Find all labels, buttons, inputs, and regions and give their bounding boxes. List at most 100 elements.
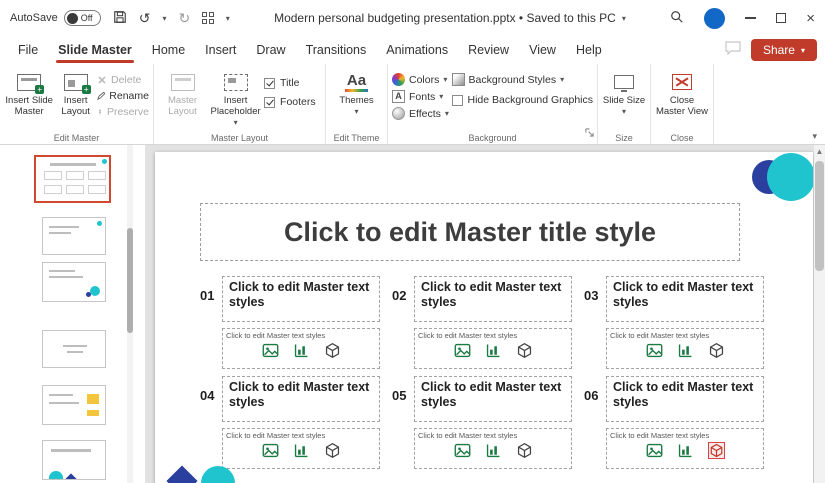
slide-thumbnail-layout-1[interactable]	[42, 217, 106, 255]
autosave-toggle[interactable]: AutoSave Off	[10, 10, 101, 26]
master-text-placeholder[interactable]: Click to edit Master text styles	[606, 376, 764, 422]
master-text-placeholder[interactable]: Click to edit Master text styles	[222, 376, 380, 422]
insert-picture-icon[interactable]	[646, 442, 663, 459]
delete-button[interactable]: Delete	[97, 74, 149, 86]
insert-3d-model-icon[interactable]	[516, 442, 533, 459]
background-styles-button[interactable]: Background Styles ▾	[452, 73, 593, 86]
insert-chart-icon[interactable]	[293, 342, 310, 359]
group-label-background: Background	[388, 133, 597, 143]
autosave-switch[interactable]: Off	[64, 10, 101, 26]
ribbon-tab-row: File Slide Master Home Insert Draw Trans…	[0, 36, 825, 64]
insert-chart-icon[interactable]	[485, 442, 502, 459]
rename-button[interactable]: Rename	[97, 90, 149, 102]
search-icon[interactable]	[670, 10, 684, 26]
fonts-button[interactable]: A Fonts ▾	[392, 90, 452, 103]
insert-chart-icon[interactable]	[677, 442, 694, 459]
view-grid-icon[interactable]	[202, 12, 214, 24]
content-placeholder[interactable]: Click to edit Master text styles	[414, 428, 572, 469]
insert-picture-icon[interactable]	[262, 342, 279, 359]
tab-draw[interactable]: Draw	[246, 38, 295, 62]
autosave-label: AutoSave	[10, 12, 58, 24]
minimize-button[interactable]	[745, 17, 756, 19]
tab-insert[interactable]: Insert	[195, 38, 246, 62]
preserve-button[interactable]: Preserve	[97, 106, 149, 118]
share-button[interactable]: Share ▾	[751, 39, 817, 61]
tab-view[interactable]: View	[519, 38, 566, 62]
undo-dropdown-icon[interactable]: ▾	[162, 14, 166, 23]
tab-review[interactable]: Review	[458, 38, 519, 62]
slide-thumbnail-layout-2[interactable]	[42, 262, 106, 302]
insert-placeholder-dropdown-icon: ▾	[234, 118, 238, 127]
title-checkbox[interactable]: Title	[264, 77, 321, 89]
preserve-label: Preserve	[107, 106, 149, 118]
canvas-scrollbar[interactable]: ▲	[814, 145, 825, 483]
group-label-master-layout: Master Layout	[154, 133, 325, 143]
insert-picture-icon[interactable]	[454, 442, 471, 459]
ribbon: + Insert Slide Master + Insert Layout De…	[0, 64, 825, 145]
master-text-placeholder[interactable]: Click to edit Master text styles	[606, 276, 764, 322]
content-placeholder[interactable]: Click to edit Master text styles	[222, 328, 380, 369]
collapse-ribbon-icon[interactable]: ▾	[812, 131, 817, 142]
slide-master-editor[interactable]: Click to edit Master title style 01 Clic…	[155, 152, 813, 483]
insert-layout-button[interactable]: + Insert Layout	[54, 67, 97, 118]
insert-3d-model-icon[interactable]	[708, 342, 725, 359]
canvas-scrollbar-thumb[interactable]	[815, 161, 824, 271]
section-number: 02	[392, 288, 406, 303]
footers-checkbox[interactable]: Footers	[264, 96, 321, 108]
master-text-placeholder[interactable]: Click to edit Master text styles	[414, 276, 572, 322]
close-master-view-button[interactable]: Close Master View	[655, 67, 709, 118]
document-title-area[interactable]: Modern personal budgeting presentation.p…	[230, 11, 671, 25]
themes-button[interactable]: Aa Themes ▾	[331, 67, 383, 116]
colors-dropdown-icon: ▾	[443, 75, 447, 84]
master-text-placeholder[interactable]: Click to edit Master text styles	[222, 276, 380, 322]
insert-chart-icon[interactable]	[485, 342, 502, 359]
insert-3d-model-icon-selected[interactable]	[708, 442, 725, 459]
slide-size-button[interactable]: Slide Size ▾	[602, 67, 646, 116]
save-icon[interactable]	[113, 10, 127, 26]
content-placeholder[interactable]: Click to edit Master text styles	[222, 428, 380, 469]
decoration-navy-diamond	[166, 465, 197, 483]
comments-icon[interactable]	[725, 41, 741, 60]
group-label-size: Size	[598, 133, 650, 143]
slide-thumbnail-master[interactable]	[34, 155, 111, 203]
insert-picture-icon[interactable]	[262, 442, 279, 459]
colors-button[interactable]: Colors ▾	[392, 73, 452, 86]
account-avatar[interactable]	[704, 8, 725, 29]
group-background: Colors ▾ A Fonts ▾ Effects ▾ Background	[388, 64, 598, 144]
insert-slide-master-button[interactable]: + Insert Slide Master	[4, 67, 54, 118]
slide-thumbnail-layout-5[interactable]	[42, 440, 106, 480]
thumbnail-scrollbar[interactable]	[127, 145, 133, 483]
effects-button[interactable]: Effects ▾	[392, 107, 452, 120]
slide-size-label: Slide Size	[603, 96, 645, 107]
close-window-button[interactable]: ×	[806, 11, 815, 26]
tab-file[interactable]: File	[8, 38, 48, 62]
maximize-button[interactable]	[776, 13, 786, 23]
tab-home[interactable]: Home	[142, 38, 195, 62]
master-layout-button[interactable]: Master Layout	[158, 67, 207, 118]
insert-picture-icon[interactable]	[646, 342, 663, 359]
insert-3d-model-icon[interactable]	[516, 342, 533, 359]
insert-3d-model-icon[interactable]	[324, 442, 341, 459]
master-title-placeholder[interactable]: Click to edit Master title style	[200, 203, 740, 261]
insert-placeholder-button[interactable]: Insert Placeholder ▾	[207, 67, 264, 127]
undo-icon[interactable]: ↺	[139, 11, 151, 25]
content-placeholder[interactable]: Click to edit Master text styles	[414, 328, 572, 369]
hide-background-graphics-checkbox[interactable]: Hide Background Graphics	[452, 94, 593, 106]
thumbnail-scrollbar-thumb[interactable]	[127, 228, 133, 333]
tab-animations[interactable]: Animations	[376, 38, 458, 62]
tab-transitions[interactable]: Transitions	[296, 38, 377, 62]
insert-chart-icon[interactable]	[293, 442, 310, 459]
redo-icon[interactable]: ↻	[178, 11, 190, 25]
insert-picture-icon[interactable]	[454, 342, 471, 359]
section-01: 01 Click to edit Master text styles Clic…	[200, 276, 380, 371]
insert-chart-icon[interactable]	[677, 342, 694, 359]
insert-3d-model-icon[interactable]	[324, 342, 341, 359]
slide-thumbnail-layout-3[interactable]	[42, 330, 106, 368]
slide-thumbnail-layout-4[interactable]	[42, 385, 106, 425]
master-text-placeholder[interactable]: Click to edit Master text styles	[414, 376, 572, 422]
content-placeholder[interactable]: Click to edit Master text styles	[606, 428, 764, 469]
tab-slide-master[interactable]: Slide Master	[48, 38, 142, 62]
content-placeholder[interactable]: Click to edit Master text styles	[606, 328, 764, 369]
scroll-up-icon[interactable]: ▲	[814, 147, 825, 156]
tab-help[interactable]: Help	[566, 38, 612, 62]
